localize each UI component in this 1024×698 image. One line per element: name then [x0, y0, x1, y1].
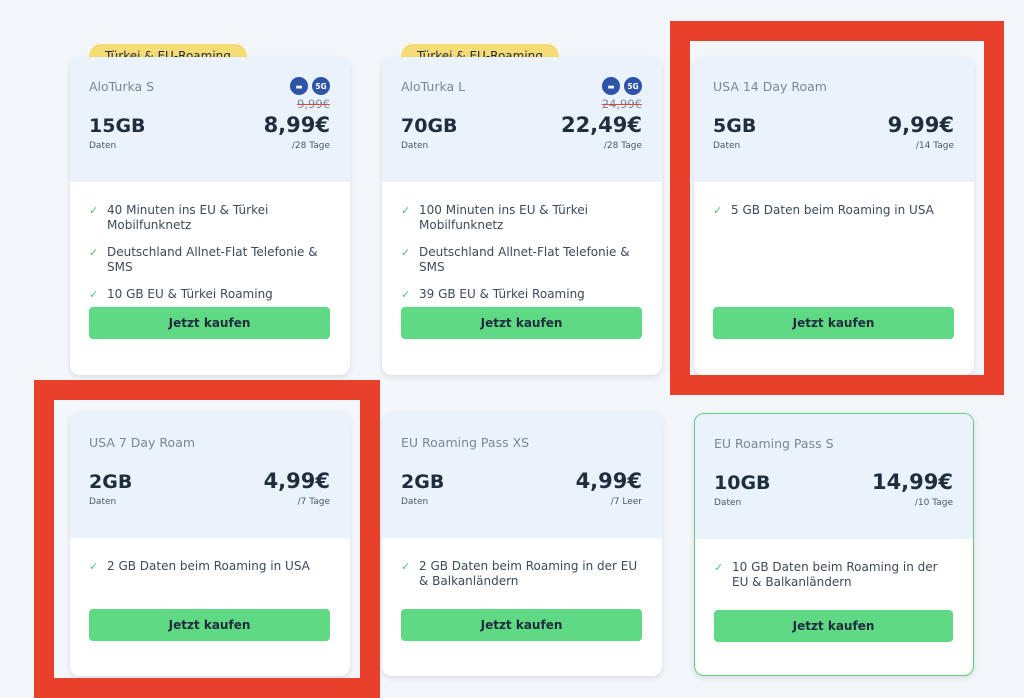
feature-item: ✓ Deutschland Allnet-Flat Telefonie & SMS: [89, 245, 332, 275]
data-volume-label: Daten: [401, 497, 429, 507]
feature-list: ✓ 2 GB Daten beim Roaming in der EU & Bal…: [401, 559, 644, 601]
plan-period: /28 Tage: [291, 141, 330, 151]
feature-item: ✓ 40 Minuten ins EU & Türkei Mobilfunknet…: [89, 203, 332, 233]
feature-list: ✓ 100 Minuten ins EU & Türkei Mobilfunkne…: [401, 203, 644, 314]
sim-icon: ▬: [602, 77, 620, 95]
check-icon: ✓: [401, 246, 411, 259]
highlight-box: [34, 380, 380, 698]
plan-price: 22,49€: [560, 113, 642, 137]
feature-text: 39 GB EU & Türkei Roaming: [419, 287, 585, 301]
5g-icon: 5G: [312, 77, 330, 95]
feature-item: ✓ 39 GB EU & Türkei Roaming: [401, 287, 644, 302]
old-price: 24,99€: [601, 97, 642, 111]
plan-card-header: EU Roaming Pass S 10GB Daten 14,99€ /10 …: [695, 414, 973, 539]
check-icon: ✓: [89, 204, 99, 217]
plan-card-header: EU Roaming Pass XS 2GB Daten 4,99€ /7 Le…: [382, 413, 662, 538]
plan-name: EU Roaming Pass S: [714, 436, 834, 451]
5g-icon: 5G: [624, 77, 642, 95]
plan-price: 4,99€: [575, 469, 642, 493]
plan-card-aloturka-l: AloTurka L ▬ 5G 24,99€ 70GB Daten 22,49€…: [382, 57, 662, 375]
plan-card-header: AloTurka S ▬ 5G 9,99€ 15GB Daten 8,99€ /…: [70, 57, 350, 182]
check-icon: ✓: [401, 288, 411, 301]
old-price: 9,99€: [297, 97, 330, 111]
plan-feature-icons: ▬ 5G: [602, 77, 642, 95]
plan-card-aloturka-s: AloTurka S ▬ 5G 9,99€ 15GB Daten 8,99€ /…: [70, 57, 350, 375]
buy-button[interactable]: Jetzt kaufen: [714, 610, 953, 642]
plan-card-eu-roaming-pass-s: EU Roaming Pass S 10GB Daten 14,99€ /10 …: [694, 413, 974, 676]
check-icon: ✓: [401, 560, 411, 573]
plan-name: EU Roaming Pass XS: [401, 435, 530, 450]
data-volume: 70GB: [401, 115, 458, 137]
plan-card-header: AloTurka L ▬ 5G 24,99€ 70GB Daten 22,49€…: [382, 57, 662, 182]
feature-text: Deutschland Allnet-Flat Telefonie & SMS: [419, 245, 630, 274]
feature-text: 100 Minuten ins EU & Türkei Mobilfunknet…: [419, 203, 588, 232]
feature-text: 2 GB Daten beim Roaming in der EU & Balk…: [419, 559, 638, 588]
plan-card-eu-roaming-pass-xs: EU Roaming Pass XS 2GB Daten 4,99€ /7 Le…: [382, 413, 662, 676]
feature-text: 40 Minuten ins EU & Türkei Mobilfunknetz: [107, 203, 269, 232]
feature-list: ✓ 10 GB Daten beim Roaming in der EU & Ba…: [714, 560, 955, 602]
buy-button[interactable]: Jetzt kaufen: [401, 609, 642, 641]
feature-item: ✓ 10 GB Daten beim Roaming in der EU & Ba…: [714, 560, 955, 590]
sim-icon: ▬: [290, 77, 308, 95]
feature-list: ✓ 40 Minuten ins EU & Türkei Mobilfunknet…: [89, 203, 332, 314]
check-icon: ✓: [89, 246, 99, 259]
plan-name: AloTurka S: [89, 79, 155, 94]
plan-period: /10 Tage: [914, 498, 953, 508]
feature-item: ✓ Deutschland Allnet-Flat Telefonie & SMS: [401, 245, 644, 275]
check-icon: ✓: [714, 561, 724, 574]
plan-feature-icons: ▬ 5G: [290, 77, 330, 95]
feature-text: 10 GB EU & Türkei Roaming: [107, 287, 273, 301]
plan-name: AloTurka L: [401, 79, 466, 94]
data-volume: 10GB: [714, 472, 771, 494]
data-volume-label: Daten: [714, 498, 742, 508]
buy-button[interactable]: Jetzt kaufen: [401, 307, 642, 339]
plan-period: /7 Leer: [610, 497, 642, 507]
plan-price: 8,99€: [263, 113, 330, 137]
feature-item: ✓ 10 GB EU & Türkei Roaming: [89, 287, 332, 302]
data-volume-label: Daten: [401, 141, 429, 151]
check-icon: ✓: [401, 204, 411, 217]
plan-price: 14,99€: [871, 470, 953, 494]
feature-item: ✓ 2 GB Daten beim Roaming in der EU & Bal…: [401, 559, 644, 589]
data-volume-label: Daten: [89, 141, 117, 151]
data-volume: 15GB: [89, 115, 146, 137]
feature-text: 10 GB Daten beim Roaming in der EU & Bal…: [732, 560, 938, 589]
feature-item: ✓ 100 Minuten ins EU & Türkei Mobilfunkne…: [401, 203, 644, 233]
buy-button[interactable]: Jetzt kaufen: [89, 307, 330, 339]
plan-period: /28 Tage: [603, 141, 642, 151]
check-icon: ✓: [89, 288, 99, 301]
feature-text: Deutschland Allnet-Flat Telefonie & SMS: [107, 245, 318, 274]
highlight-box: [670, 21, 1004, 395]
data-volume: 2GB: [401, 471, 445, 493]
